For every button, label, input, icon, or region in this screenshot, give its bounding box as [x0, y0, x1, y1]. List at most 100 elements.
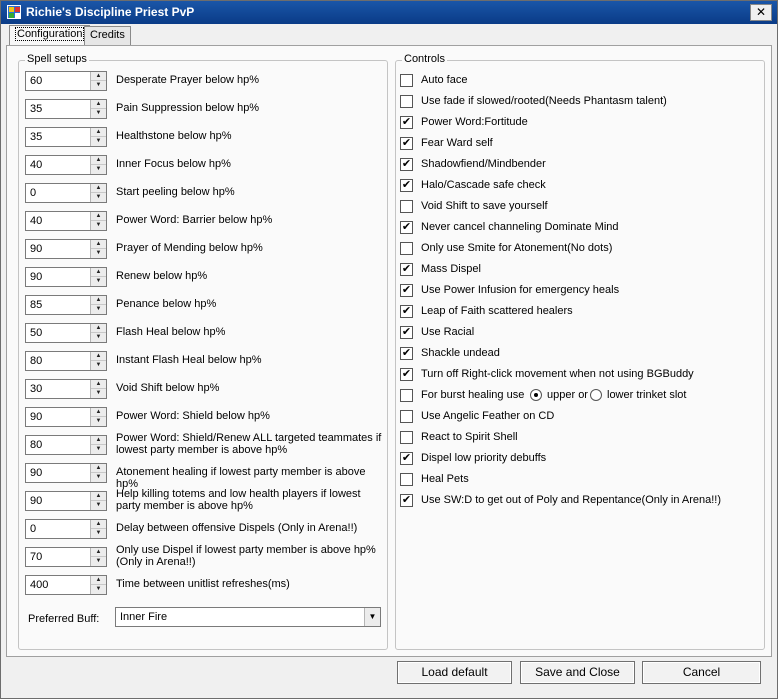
spinner-value[interactable]: 80 [30, 355, 42, 367]
checkbox[interactable]: ✔ [400, 494, 413, 507]
control-option[interactable]: ✔ Fear Ward self [400, 136, 760, 157]
control-option[interactable]: ✔ Halo/Cascade safe check [400, 178, 760, 199]
radio-lower-trinket[interactable] [590, 389, 602, 401]
spin-down-icon[interactable]: ▼ [91, 473, 106, 482]
spin-down-icon[interactable]: ▼ [91, 361, 106, 370]
spin-down-icon[interactable]: ▼ [91, 137, 106, 146]
radio-upper-trinket[interactable] [530, 389, 542, 401]
checkbox[interactable]: ✔ [400, 158, 413, 171]
spin-up-icon[interactable]: ▲ [91, 352, 106, 361]
checkbox[interactable]: ✔ [400, 284, 413, 297]
spin-up-icon[interactable]: ▲ [91, 436, 106, 445]
spin-up-icon[interactable]: ▲ [91, 268, 106, 277]
numeric-spinner[interactable]: 90 ▲ ▼ [25, 491, 107, 511]
cancel-button[interactable]: Cancel [642, 661, 761, 684]
spin-up-icon[interactable]: ▲ [91, 576, 106, 585]
numeric-spinner[interactable]: 90 ▲ ▼ [25, 267, 107, 287]
checkbox[interactable]: ✔ [400, 305, 413, 318]
spin-down-icon[interactable]: ▼ [91, 81, 106, 90]
spinner-value[interactable]: 0 [30, 523, 36, 535]
spinner-value[interactable]: 70 [30, 551, 42, 563]
spin-down-icon[interactable]: ▼ [91, 277, 106, 286]
spin-up-icon[interactable]: ▲ [91, 408, 106, 417]
spin-up-icon[interactable]: ▲ [91, 156, 106, 165]
control-option[interactable]: For burst healing use upper or lower trink… [400, 388, 760, 409]
control-option[interactable]: React to Spirit Shell [400, 430, 760, 451]
numeric-spinner[interactable]: 40 ▲ ▼ [25, 211, 107, 231]
checkbox[interactable] [400, 410, 413, 423]
spin-up-icon[interactable]: ▲ [91, 184, 106, 193]
checkbox[interactable]: ✔ [400, 347, 413, 360]
spin-down-icon[interactable]: ▼ [91, 193, 106, 202]
spinner-value[interactable]: 40 [30, 215, 42, 227]
spinner-value[interactable]: 50 [30, 327, 42, 339]
control-option[interactable]: ✔ Power Word:Fortitude [400, 115, 760, 136]
spinner-value[interactable]: 35 [30, 131, 42, 143]
spinner-value[interactable]: 90 [30, 271, 42, 283]
save-and-close-button[interactable]: Save and Close [520, 661, 635, 684]
numeric-spinner[interactable]: 80 ▲ ▼ [25, 435, 107, 455]
spinner-value[interactable]: 400 [30, 579, 48, 591]
numeric-spinner[interactable]: 80 ▲ ▼ [25, 351, 107, 371]
numeric-spinner[interactable]: 0 ▲ ▼ [25, 183, 107, 203]
checkbox[interactable]: ✔ [400, 452, 413, 465]
control-option[interactable]: ✔ Use Power Infusion for emergency heals [400, 283, 760, 304]
load-default-button[interactable]: Load default [397, 661, 512, 684]
close-button[interactable]: ✕ [750, 4, 772, 21]
tab-credits[interactable]: Credits [84, 26, 131, 45]
tab-configuration[interactable]: Configuration [9, 25, 91, 46]
checkbox[interactable] [400, 242, 413, 255]
spin-up-icon[interactable]: ▲ [91, 240, 106, 249]
checkbox[interactable]: ✔ [400, 263, 413, 276]
control-option[interactable]: Auto face [400, 73, 760, 94]
spin-down-icon[interactable]: ▼ [91, 165, 106, 174]
numeric-spinner[interactable]: 30 ▲ ▼ [25, 379, 107, 399]
spinner-value[interactable]: 85 [30, 299, 42, 311]
spin-up-icon[interactable]: ▲ [91, 492, 106, 501]
spin-up-icon[interactable]: ▲ [91, 380, 106, 389]
numeric-spinner[interactable]: 60 ▲ ▼ [25, 71, 107, 91]
spinner-value[interactable]: 35 [30, 103, 42, 115]
spin-down-icon[interactable]: ▼ [91, 445, 106, 454]
numeric-spinner[interactable]: 70 ▲ ▼ [25, 547, 107, 567]
spin-down-icon[interactable]: ▼ [91, 333, 106, 342]
control-option[interactable]: ✔ Use SW:D to get out of Poly and Repenta… [400, 493, 760, 514]
numeric-spinner[interactable]: 85 ▲ ▼ [25, 295, 107, 315]
checkbox[interactable]: ✔ [400, 137, 413, 150]
checkbox[interactable]: ✔ [400, 221, 413, 234]
spin-down-icon[interactable]: ▼ [91, 557, 106, 566]
spinner-value[interactable]: 40 [30, 159, 42, 171]
control-option[interactable]: Heal Pets [400, 472, 760, 493]
control-option[interactable]: Use Angelic Feather on CD [400, 409, 760, 430]
numeric-spinner[interactable]: 90 ▲ ▼ [25, 407, 107, 427]
control-option[interactable]: ✔ Leap of Faith scattered healers [400, 304, 760, 325]
spin-up-icon[interactable]: ▲ [91, 464, 106, 473]
spin-down-icon[interactable]: ▼ [91, 417, 106, 426]
spinner-value[interactable]: 90 [30, 495, 42, 507]
numeric-spinner[interactable]: 35 ▲ ▼ [25, 99, 107, 119]
numeric-spinner[interactable]: 40 ▲ ▼ [25, 155, 107, 175]
checkbox[interactable]: ✔ [400, 326, 413, 339]
spin-down-icon[interactable]: ▼ [91, 221, 106, 230]
control-option[interactable]: ✔ Dispel low priority debuffs [400, 451, 760, 472]
control-option[interactable]: ✔ Use Racial [400, 325, 760, 346]
spinner-value[interactable]: 90 [30, 243, 42, 255]
spinner-value[interactable]: 0 [30, 187, 36, 199]
spin-down-icon[interactable]: ▼ [91, 305, 106, 314]
checkbox[interactable] [400, 95, 413, 108]
numeric-spinner[interactable]: 400 ▲ ▼ [25, 575, 107, 595]
spin-down-icon[interactable]: ▼ [91, 501, 106, 510]
spin-up-icon[interactable]: ▲ [91, 548, 106, 557]
control-option[interactable]: ✔ Shadowfiend/Mindbender [400, 157, 760, 178]
control-option[interactable]: Only use Smite for Atonement(No dots) [400, 241, 760, 262]
spinner-value[interactable]: 30 [30, 383, 42, 395]
control-option[interactable]: ✔ Never cancel channeling Dominate Mind [400, 220, 760, 241]
numeric-spinner[interactable]: 35 ▲ ▼ [25, 127, 107, 147]
checkbox[interactable]: ✔ [400, 179, 413, 192]
control-option[interactable]: ✔ Turn off Right-click movement when not … [400, 367, 760, 388]
spin-up-icon[interactable]: ▲ [91, 212, 106, 221]
spin-down-icon[interactable]: ▼ [91, 529, 106, 538]
spin-up-icon[interactable]: ▲ [91, 128, 106, 137]
spin-up-icon[interactable]: ▲ [91, 100, 106, 109]
control-option[interactable]: Void Shift to save yourself [400, 199, 760, 220]
